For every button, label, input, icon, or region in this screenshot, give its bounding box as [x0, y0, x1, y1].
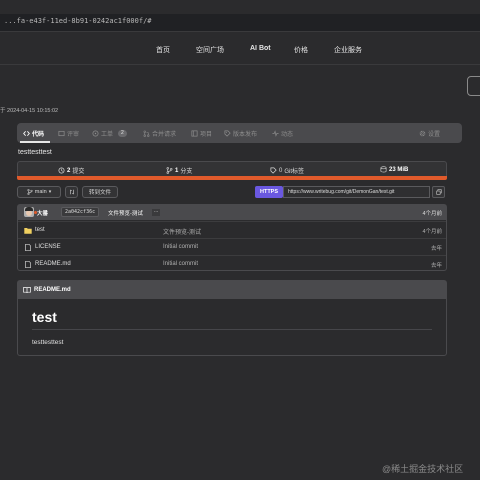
file-commit-time: 去年 [430, 246, 442, 252]
tab-merge-requests[interactable]: 合并请求 [143, 129, 176, 138]
review-icon [58, 130, 65, 137]
readme-header: README.md [18, 281, 446, 299]
latest-commit-bar: 大番 2a042cf36c 文件预览-测试 ... 4个月前 [18, 205, 446, 220]
https-button[interactable]: HTTPS [255, 186, 283, 198]
goto-file-button[interactable]: 转到文件 [82, 186, 118, 198]
tab-review[interactable]: 评审 [58, 129, 79, 138]
url-text: ...fa-e43f-11ed-8b91-0242ac1f000f/# [4, 17, 152, 25]
tab-settings-label: 设置 [428, 132, 441, 138]
commit-expand-button[interactable]: ... [152, 209, 161, 216]
file-name[interactable]: README.md [35, 261, 71, 267]
issue-icon [92, 130, 99, 137]
file-commit-message[interactable]: Initial commit [163, 261, 198, 267]
clone-url-input[interactable]: https://www.writebug.com/git/DemonGan/te… [283, 186, 430, 198]
file-commit-message[interactable]: 文件预览-测试 [163, 227, 201, 236]
branch-select[interactable]: main ▾ [17, 186, 61, 198]
readme-filename[interactable]: README.md [34, 287, 71, 293]
file-commit-time: 去年 [430, 263, 442, 269]
size-stat: 23 MiB [380, 166, 408, 173]
tags-count: 0 [279, 167, 283, 174]
branches-count: 1 [175, 167, 179, 174]
tab-releases[interactable]: 版本发布 [224, 129, 257, 138]
table-row[interactable]: test 文件预览-测试 4个月前 [18, 221, 446, 238]
tab-code-label: 代码 [32, 132, 45, 138]
repo-description: testtesttest [18, 149, 52, 156]
browser-url-bar[interactable]: ...fa-e43f-11ed-8b91-0242ac1f000f/# [0, 14, 480, 32]
commits-stat[interactable]: 2 提交 [58, 166, 84, 175]
tab-settings[interactable]: 设置 [419, 129, 440, 138]
branch-icon [166, 167, 173, 174]
compare-button[interactable] [65, 186, 78, 198]
file-name[interactable]: test [35, 227, 45, 233]
commit-sha[interactable]: 2a042cf36c [61, 207, 100, 217]
repo-size: 23 MiB [389, 166, 409, 173]
tab-projects-label: 项目 [200, 132, 213, 138]
file-commit-time: 4个月前 [422, 229, 442, 235]
table-row[interactable]: LICENSE Initial commit 去年 [18, 238, 446, 255]
branch-icon [27, 189, 33, 195]
table-row[interactable]: README.md Initial commit 去年 [18, 255, 446, 272]
issues-count-badge: 2 [118, 130, 127, 137]
repo-stats-bar: 2 提交 1 分支 0 Git标签 23 MiB [17, 161, 447, 176]
header-action-button[interactable] [467, 76, 480, 96]
tag-icon [270, 167, 277, 174]
nav-home[interactable]: 首页 [156, 45, 170, 55]
tab-code[interactable]: 代码 [23, 129, 44, 138]
gear-icon [419, 130, 426, 137]
repo-tabs: 代码 评审 工单 2 合并请求 项目 版本发布 动态 设置 [17, 123, 462, 143]
compare-icon [69, 189, 74, 195]
tags-label: Git标签 [284, 169, 305, 175]
commits-label: 提交 [72, 169, 85, 175]
tag-icon [224, 130, 231, 137]
tab-projects[interactable]: 项目 [191, 129, 212, 138]
code-icon [23, 131, 30, 136]
top-navbar: 首页 空间广场 AI Bot 价格 企业服务 [0, 33, 480, 65]
book-icon [23, 287, 31, 294]
readme-body: testtesttest [32, 339, 64, 346]
tab-activity-label: 动态 [281, 132, 294, 138]
watermark: @稀土掘金技术社区 [382, 464, 464, 474]
commit-time: 4个月前 [422, 211, 442, 217]
chevron-down-icon: ▾ [48, 189, 52, 195]
tab-merge-label: 合并请求 [152, 132, 177, 138]
folder-icon [24, 228, 32, 234]
tab-review-label: 评审 [67, 132, 80, 138]
merge-icon [143, 130, 150, 137]
tab-issues-label: 工单 [101, 132, 114, 138]
tab-releases-label: 版本发布 [233, 132, 258, 138]
readme-divider [32, 329, 432, 330]
pulse-icon [272, 130, 279, 137]
commit-author[interactable]: 大番 [37, 209, 48, 217]
nav-enterprise[interactable]: 企业服务 [334, 45, 362, 55]
history-icon [58, 167, 65, 174]
file-icon [25, 261, 31, 268]
database-icon [380, 166, 387, 173]
avatar[interactable] [24, 207, 34, 217]
file-icon [25, 244, 31, 251]
nav-space-square[interactable]: 空间广场 [196, 45, 224, 55]
language-bar [17, 176, 447, 180]
copy-button[interactable] [432, 186, 445, 198]
branches-stat[interactable]: 1 分支 [166, 166, 192, 175]
readme-heading: test [32, 309, 57, 325]
commit-message[interactable]: 文件预览-测试 [108, 209, 143, 217]
project-icon [191, 130, 198, 137]
active-tab-indicator [20, 141, 50, 143]
commits-count: 2 [67, 167, 71, 174]
tab-issues[interactable]: 工单 2 [92, 129, 127, 138]
branch-name: main [34, 189, 47, 195]
file-name[interactable]: LICENSE [35, 244, 61, 250]
goto-file-label: 转到文件 [88, 190, 111, 196]
nav-pricing[interactable]: 价格 [294, 45, 308, 55]
branches-label: 分支 [180, 169, 193, 175]
tags-stat[interactable]: 0 Git标签 [270, 166, 304, 175]
nav-ai-bot[interactable]: AI Bot [250, 45, 271, 52]
file-commit-message[interactable]: Initial commit [163, 244, 198, 250]
repo-created-time: 于 2024-04-15 10:15:02 [0, 108, 59, 114]
tab-activity[interactable]: 动态 [272, 129, 293, 138]
copy-icon [435, 189, 442, 195]
